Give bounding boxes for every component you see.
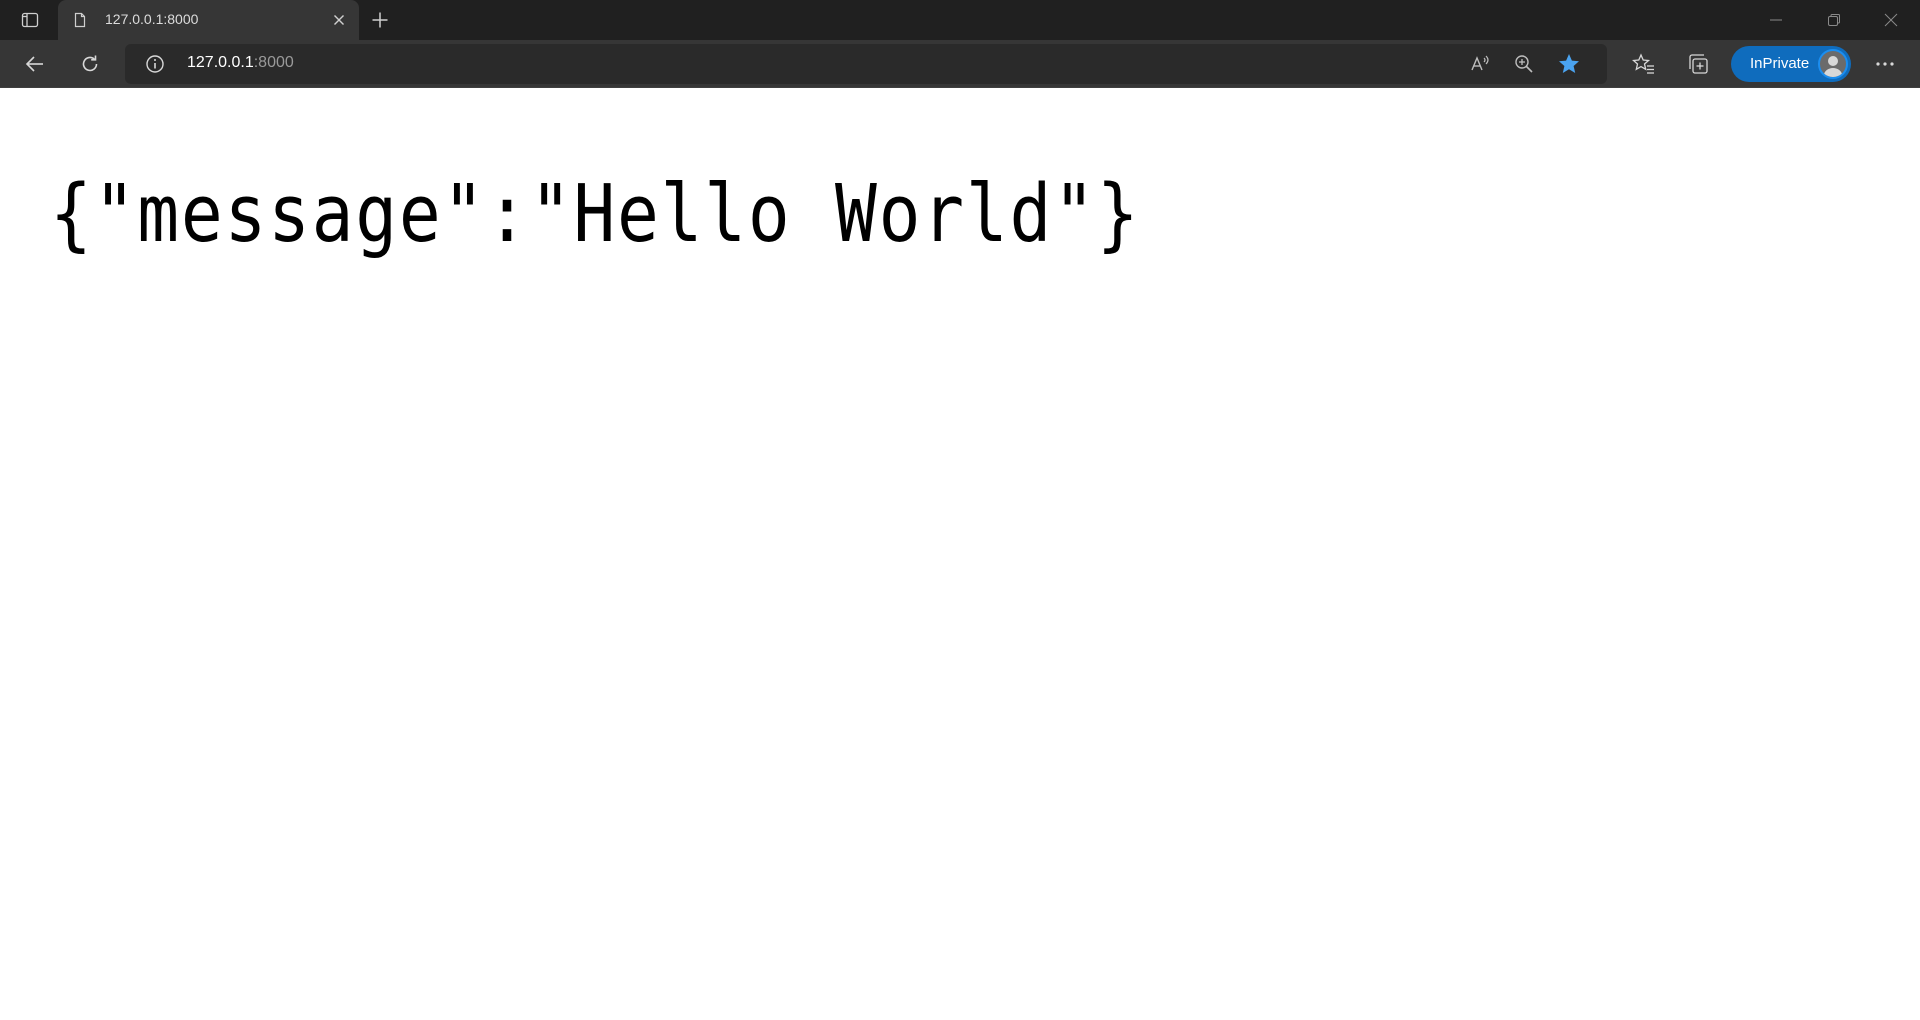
favorites-icon <box>1632 53 1654 74</box>
active-tab[interactable]: 127.0.0.1:8000 <box>58 0 359 40</box>
inprivate-profile-button[interactable]: InPrivate <box>1731 46 1851 82</box>
document-icon <box>74 12 86 28</box>
url-text[interactable]: 127.0.0.1:8000 <box>187 54 294 72</box>
close-window-button[interactable] <box>1862 0 1920 40</box>
address-bar[interactable]: 127.0.0.1:8000 <box>125 44 1607 84</box>
plus-icon <box>372 12 388 28</box>
info-icon[interactable] <box>145 54 165 74</box>
favorites-button[interactable] <box>1626 46 1662 82</box>
json-response-text: {"message":"Hello World"} <box>50 168 1141 260</box>
minimize-icon <box>1770 19 1782 21</box>
tab-title: 127.0.0.1:8000 <box>105 11 199 27</box>
read-aloud-button[interactable] <box>1466 50 1494 78</box>
page-content: {"message":"Hello World"} <box>0 88 1920 1020</box>
back-arrow-icon <box>25 56 43 72</box>
refresh-icon <box>82 55 98 72</box>
tab-actions-button[interactable] <box>12 4 48 36</box>
zoom-button[interactable] <box>1510 50 1538 78</box>
read-aloud-icon <box>1471 55 1489 71</box>
zoom-icon <box>1515 55 1533 73</box>
more-button[interactable] <box>1867 46 1903 82</box>
back-button[interactable] <box>17 46 53 82</box>
refresh-button[interactable] <box>72 46 108 82</box>
star-icon <box>1559 54 1579 73</box>
close-tab-icon[interactable] <box>331 12 347 28</box>
more-icon <box>1876 62 1894 66</box>
restore-icon <box>1828 14 1840 26</box>
avatar <box>1818 49 1848 79</box>
collections-button[interactable] <box>1680 46 1716 82</box>
collections-icon <box>1689 54 1708 74</box>
url-port: :8000 <box>253 54 294 71</box>
inprivate-label: InPrivate <box>1750 55 1810 72</box>
close-icon <box>1884 13 1898 27</box>
navigation-toolbar: 127.0.0.1:8000 InPrivate <box>0 40 1920 88</box>
new-tab-button[interactable] <box>366 6 394 34</box>
favorite-button[interactable] <box>1555 50 1583 78</box>
person-icon <box>1823 56 1843 77</box>
restore-button[interactable] <box>1805 0 1863 40</box>
tab-actions-icon <box>21 12 39 28</box>
url-host: 127.0.0.1 <box>187 54 254 71</box>
minimize-button[interactable] <box>1747 0 1805 40</box>
title-bar: 127.0.0.1:8000 <box>0 0 1920 40</box>
